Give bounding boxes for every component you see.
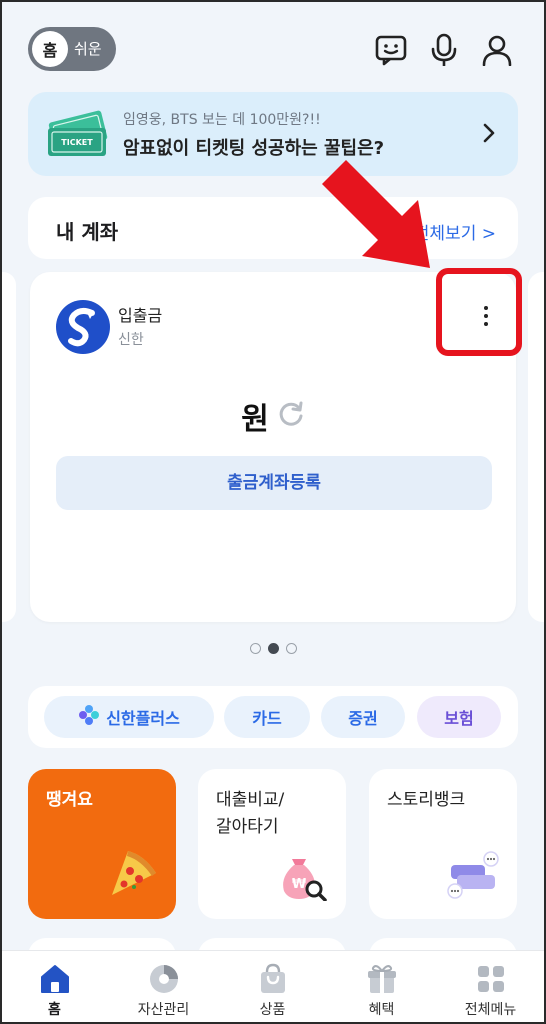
pagination-dot[interactable]: [286, 643, 297, 654]
red-annotation-arrow: [318, 150, 448, 280]
nav-products[interactable]: 상품: [218, 951, 327, 1024]
register-withdrawal-account-button[interactable]: 출금계좌등록: [56, 456, 492, 510]
bottom-navigation: 홈 자산관리 상품 혜택 전체메뉴: [0, 950, 546, 1024]
nav-asset-management[interactable]: 자산관리: [109, 951, 218, 1024]
microphone-icon[interactable]: [424, 30, 464, 70]
chip-insurance[interactable]: 보험: [417, 696, 501, 738]
ticket-icon: TICKET: [46, 110, 112, 164]
tile-label: 대출비교/ 갈아타기: [216, 790, 285, 837]
nav-label: 전체메뉴: [464, 1002, 517, 1018]
nav-label: 상품: [259, 1002, 286, 1018]
grid-menu-icon: [475, 963, 507, 995]
nav-label: 혜택: [368, 1002, 395, 1018]
mode-home-label: 홈: [32, 31, 68, 67]
easy-mode-toggle[interactable]: 홈 쉬운: [28, 27, 116, 71]
bank-name: 신한: [118, 332, 144, 348]
tile-story-bank[interactable]: 스토리뱅크: [369, 769, 517, 919]
chip-label: 신한플러스: [106, 709, 180, 728]
chip-label: 카드: [252, 709, 282, 728]
money-bag-search-icon: ₩: [276, 851, 330, 905]
svg-text:TICKET: TICKET: [61, 138, 93, 147]
pie-chart-icon: [148, 963, 180, 995]
nav-label: 홈: [48, 1002, 61, 1018]
chevron-right-icon: [482, 122, 496, 148]
chip-shinhan-plus[interactable]: 신한플러스: [44, 696, 214, 738]
chatbot-icon[interactable]: [371, 30, 411, 70]
pizza-icon: [106, 847, 160, 905]
next-account-card[interactable]: [528, 272, 546, 622]
svg-text:₩: ₩: [292, 877, 307, 892]
pagination-dot[interactable]: [250, 643, 261, 654]
balance-unit: 원: [241, 402, 269, 437]
gift-icon: [366, 963, 398, 995]
nav-benefits[interactable]: 혜택: [327, 951, 436, 1024]
refresh-icon[interactable]: [277, 400, 305, 432]
user-profile-icon[interactable]: [477, 30, 517, 70]
home-icon: [39, 963, 71, 995]
chip-securities[interactable]: 증권: [321, 696, 405, 738]
tile-ddanggyeoyo[interactable]: 땡겨요: [28, 769, 176, 919]
quick-links-bar: 신한플러스 카드 증권 보험: [28, 686, 518, 748]
chip-label: 보험: [444, 709, 474, 728]
previous-account-card[interactable]: [0, 272, 16, 622]
nav-all-menu[interactable]: 전체메뉴: [436, 951, 545, 1024]
account-name: 입출금: [118, 306, 163, 325]
tile-loan-compare[interactable]: 대출비교/ 갈아타기 ₩: [198, 769, 346, 919]
chat-bubbles-icon: [447, 851, 501, 905]
tile-label: 스토리뱅크: [387, 790, 466, 810]
carousel-pagination: [250, 643, 297, 654]
chip-label: 증권: [348, 709, 378, 728]
top-bar: 홈 쉬운: [0, 0, 546, 92]
my-account-title: 내 계좌: [56, 220, 119, 244]
pagination-dot-active[interactable]: [268, 643, 279, 654]
shinhan-logo-icon: [56, 300, 110, 354]
red-highlight-box: [436, 268, 522, 356]
nav-home[interactable]: 홈: [0, 951, 109, 1024]
balance-row: 원: [30, 394, 516, 438]
shopping-bag-icon: [257, 963, 289, 995]
tile-label: 땡겨요: [46, 790, 93, 810]
chip-card[interactable]: 카드: [224, 696, 310, 738]
banner-subtitle: 임영웅, BTS 보는 데 100만원?!!: [123, 112, 321, 128]
mode-easy-label: 쉬운: [74, 40, 102, 58]
nav-label: 자산관리: [137, 1002, 190, 1018]
plus-sparkle-icon: [78, 704, 100, 730]
